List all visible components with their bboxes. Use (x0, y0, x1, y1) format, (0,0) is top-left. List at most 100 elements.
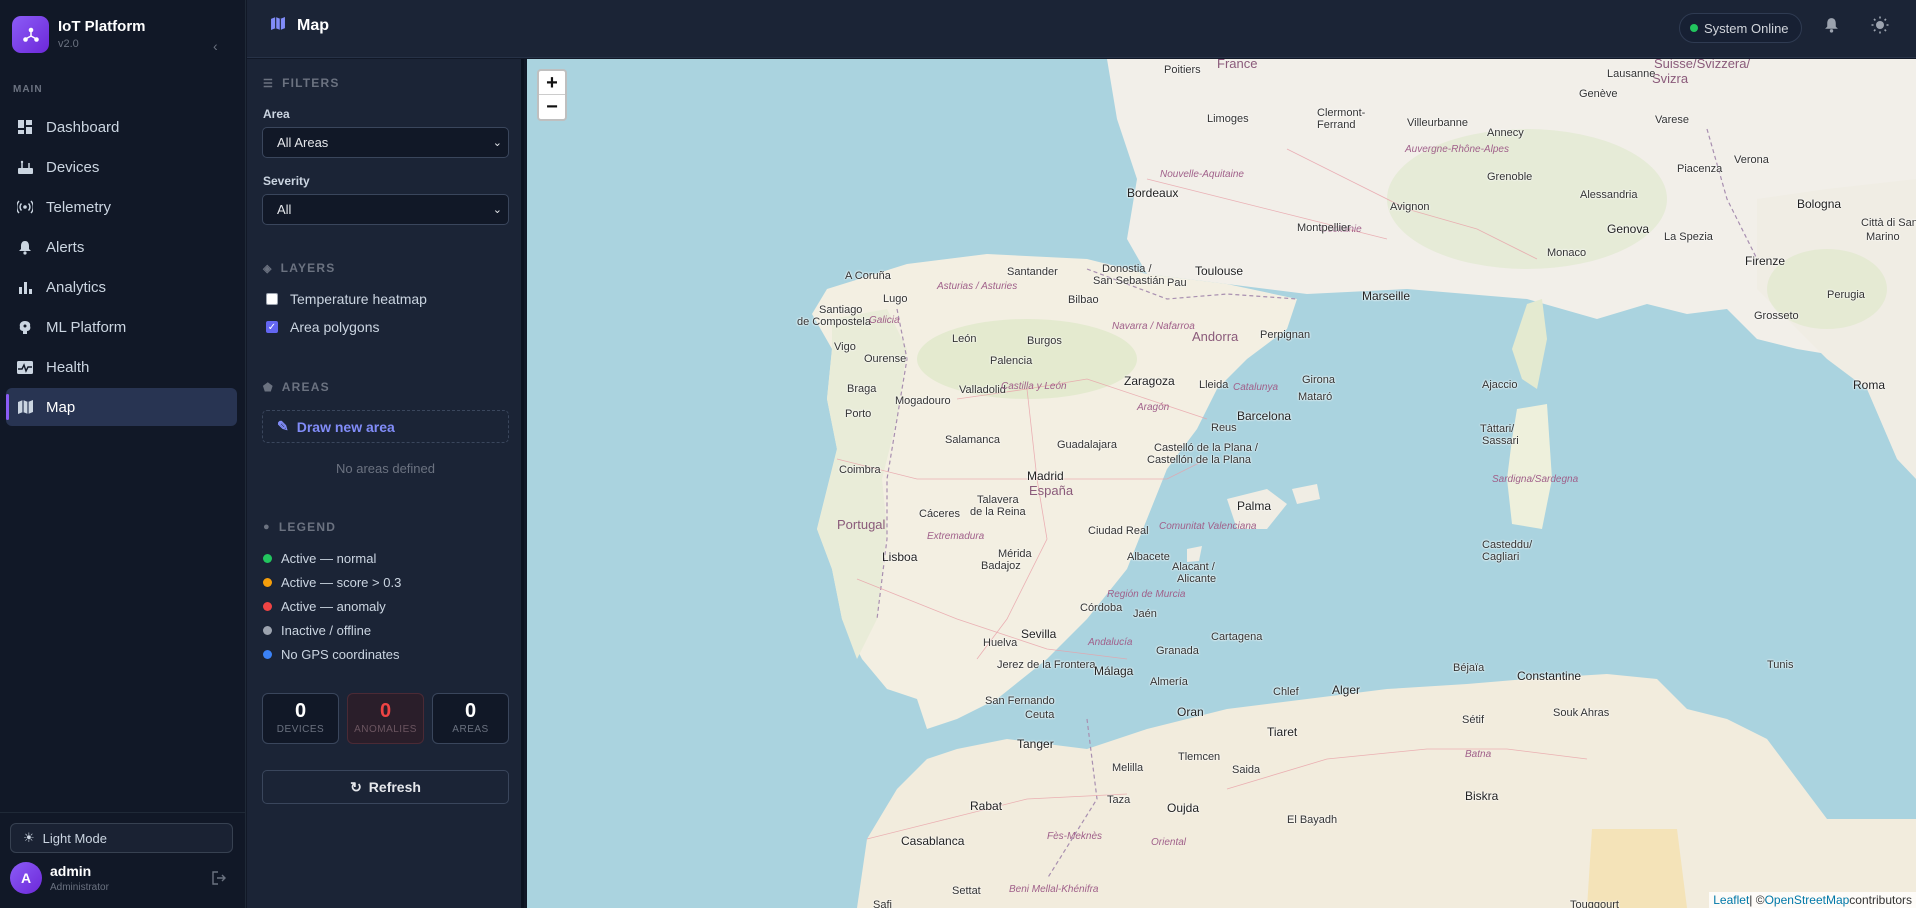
map-label: Almería (1150, 676, 1188, 688)
map-label: Fès-Meknès (1047, 831, 1103, 842)
map-label: Albacete (1127, 551, 1170, 563)
zoom-in-button[interactable]: + (539, 71, 565, 95)
severity-select[interactable]: All ⌄ (262, 194, 509, 225)
legend-item: Inactive / offline (263, 623, 371, 638)
light-mode-button[interactable]: ☀ Light Mode (10, 823, 233, 853)
map-label: Coimbra (839, 464, 881, 476)
no-areas-text: No areas defined (335, 461, 435, 476)
devices-count: 0 (294, 700, 307, 722)
checkbox-box[interactable] (266, 293, 278, 305)
map-label: Saida (1232, 764, 1261, 776)
map-label: Grenoble (1487, 171, 1533, 183)
map-label: de Compostela (797, 316, 871, 328)
sidebar-item-label: Telemetry (46, 198, 112, 216)
map-label: Suisse/Svizzera/ (1654, 59, 1751, 71)
layers-heading-text: LAYERS (280, 261, 336, 275)
sidebar-item-health[interactable]: Health (6, 348, 237, 386)
sidebar-item-label: Map (46, 398, 76, 416)
avatar[interactable]: A (10, 862, 42, 894)
map-label: Ajaccio (1482, 379, 1518, 391)
logout-icon[interactable] (212, 871, 226, 888)
chevron-down-icon: ⌄ (492, 137, 502, 149)
map-label: Batna (1465, 749, 1492, 760)
temperature-heatmap-checkbox[interactable]: Temperature heatmap (266, 291, 427, 307)
map-label: Varese (1655, 114, 1690, 126)
sidebar-item-telemetry[interactable]: Telemetry (6, 188, 237, 226)
legend-heading-text: LEGEND (278, 520, 337, 534)
map-label: Tlemcen (1178, 751, 1221, 763)
map-label: Perugia (1827, 289, 1865, 301)
collapse-sidebar-icon[interactable]: ‹ (213, 38, 218, 54)
theme-toggle-sun-icon[interactable] (1871, 16, 1889, 39)
sidebar-item-map[interactable]: Map (6, 388, 237, 426)
map-label: A Coruña (845, 270, 891, 282)
map-label: Avignon (1390, 201, 1430, 213)
sidebar-item-dashboard[interactable]: Dashboard (6, 108, 237, 146)
map-label: Catalunya (1233, 382, 1279, 393)
attribution-separator: | © (1749, 893, 1765, 907)
map-label: Lleida (1199, 379, 1229, 391)
map-label: Sardigna/Sardegna (1492, 474, 1579, 485)
corsica-landmass (1512, 299, 1547, 389)
main-nav: Dashboard Devices Telemetry Alerts Analy… (6, 108, 237, 428)
top-header: Map System Online (247, 0, 1916, 58)
map-label: Cagliari (1482, 551, 1520, 563)
map-label: Toulouse (1195, 264, 1244, 278)
map-label: Grosseto (1754, 310, 1799, 322)
map-label: Roma (1853, 378, 1886, 392)
notifications-bell-icon[interactable] (1824, 17, 1839, 38)
heartbeat-icon (16, 358, 34, 376)
map-label: Castelló de la Plana / (1154, 442, 1258, 454)
sliders-icon: ☰ (263, 77, 275, 90)
map-label: Mataró (1298, 391, 1333, 403)
map-label: Santander (1007, 266, 1058, 278)
area-polygons-checkbox[interactable]: ✓ Area polygons (266, 319, 380, 335)
map-label: Alicante (1177, 573, 1217, 585)
sidebar-item-ml-platform[interactable]: ML Platform (6, 308, 237, 346)
map-label: Alger (1332, 683, 1361, 697)
brand[interactable]: IoT Platform v2.0 ‹ (12, 16, 234, 56)
area-label: Area (263, 107, 290, 121)
refresh-button[interactable]: ↻ Refresh (262, 770, 509, 804)
sun-icon: ☀ (23, 830, 35, 845)
leaflet-link[interactable]: Leaflet (1713, 893, 1749, 907)
map-label: Braga (847, 383, 877, 395)
devices-stat-label: DEVICES (276, 724, 325, 735)
map-label: Souk Ahras (1553, 707, 1610, 719)
map-label: Porto (845, 408, 872, 420)
map-label: Portugal (837, 517, 886, 532)
map-label: Settat (952, 885, 981, 897)
draw-new-area-button[interactable]: ✎ Draw new area (262, 410, 509, 443)
refresh-icon: ↻ (350, 778, 362, 795)
checkbox-box[interactable]: ✓ (266, 321, 278, 333)
sidebar-item-devices[interactable]: Devices (6, 148, 237, 186)
zoom-out-button[interactable]: − (539, 95, 565, 119)
app-version: v2.0 (58, 38, 79, 50)
map-label: Zaragoza (1124, 374, 1175, 388)
pentagon-icon: ⬟ (263, 381, 274, 394)
map-label: Genova (1607, 222, 1650, 236)
map-label: Ourense (864, 353, 907, 365)
areas-stat: 0 AREAS (432, 693, 509, 744)
osm-link[interactable]: OpenStreetMap (1765, 893, 1850, 907)
sidebar-item-label: ML Platform (46, 318, 127, 336)
ibiza-landmass (1187, 546, 1202, 562)
status-badge: System Online (1679, 13, 1802, 43)
legend-label: Active — score > 0.3 (281, 575, 402, 590)
map-label: Villeurbanne (1407, 117, 1468, 129)
map-view[interactable]: France Suisse/Svizzera/ Svizra Poitiers … (527, 59, 1916, 908)
map-label: Vigo (834, 341, 856, 353)
sidebar-item-analytics[interactable]: Analytics (6, 268, 237, 306)
map-label: Montpellier (1297, 222, 1351, 234)
legend-dot-icon (263, 602, 272, 611)
area-select[interactable]: All Areas ⌄ (262, 127, 509, 158)
map-label: Constantine (1517, 669, 1582, 683)
map-label: Ceuta (1025, 709, 1055, 721)
page-title-text: Map (297, 17, 329, 34)
legend-dot-icon (263, 626, 272, 635)
legend-heading: ● LEGEND (263, 520, 336, 534)
sidebar-item-alerts[interactable]: Alerts (6, 228, 237, 266)
legend-item: Active — normal (263, 551, 376, 566)
map-label: Genève (1579, 88, 1618, 100)
draw-new-area-label: Draw new area (296, 418, 395, 435)
